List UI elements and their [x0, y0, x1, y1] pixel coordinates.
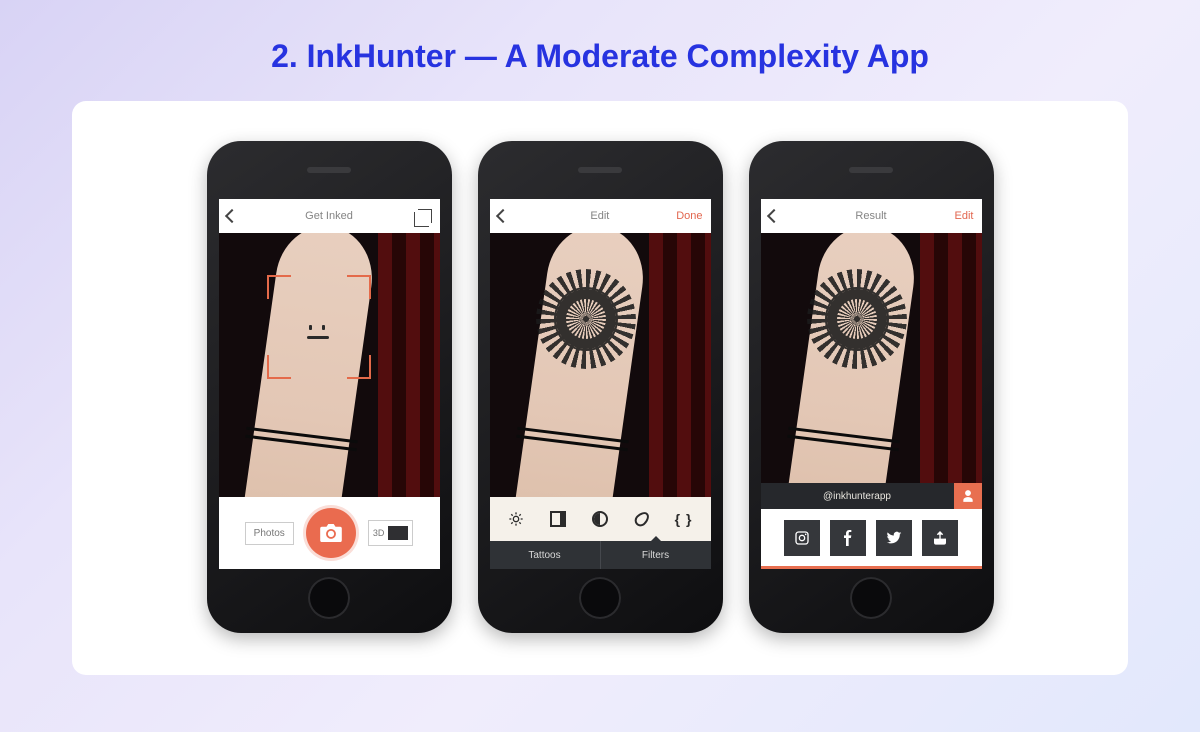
drop-icon: [632, 509, 652, 529]
tab-tattoos[interactable]: Tattoos: [490, 541, 600, 569]
share-twitter[interactable]: [876, 520, 912, 556]
3d-label: 3D: [373, 528, 385, 538]
3d-swatch: [388, 526, 408, 540]
result-footer: @inkhunterapp: [761, 483, 982, 569]
contrast-icon: [550, 511, 566, 527]
edit-preview[interactable]: [490, 233, 711, 497]
phone-mock-2: Edit Done { } Tattoo: [478, 141, 723, 633]
phone-mock-3: Result Edit @inkhunterapp: [749, 141, 994, 633]
watermark-text: @inkhunterapp: [761, 491, 954, 502]
crop-icon: [418, 209, 432, 223]
navbar: Get Inked: [219, 199, 440, 233]
back-arrow-icon: [769, 211, 783, 225]
edit-footer: { } Tattoos Filters: [490, 497, 711, 569]
brackets-icon: { }: [675, 511, 693, 527]
navbar: Result Edit: [761, 199, 982, 233]
capture-footer: Photos 3D: [219, 497, 440, 569]
back-button[interactable]: [498, 208, 524, 225]
user-badge[interactable]: [954, 483, 982, 509]
share-instagram[interactable]: [784, 520, 820, 556]
photos-button[interactable]: Photos: [245, 522, 294, 545]
twitter-icon: [886, 530, 902, 546]
background-plaid: [378, 233, 440, 497]
marker-smile-icon: [307, 325, 329, 339]
share-export[interactable]: [922, 520, 958, 556]
back-button[interactable]: [227, 208, 253, 225]
back-arrow-icon: [498, 211, 512, 225]
export-icon: [932, 530, 948, 546]
navbar-title: Edit: [524, 210, 677, 222]
tattoo-overlay: [807, 269, 907, 369]
halftone-tool[interactable]: [589, 508, 611, 530]
sun-icon: [508, 511, 524, 527]
tattoo-overlay[interactable]: [536, 269, 636, 369]
3d-toggle[interactable]: 3D: [368, 520, 414, 546]
contrast-tool[interactable]: [547, 508, 569, 530]
app-screen-get-inked: Get Inked Photos 3D: [219, 199, 440, 569]
page-heading: 2. InkHunter — A Moderate Complexity App: [0, 0, 1200, 101]
tool-row: { }: [490, 497, 711, 541]
result-preview: [761, 233, 982, 483]
back-arrow-icon: [227, 211, 241, 225]
navbar-title: Get Inked: [253, 210, 406, 222]
done-button[interactable]: Done: [676, 210, 702, 222]
edit-button[interactable]: Edit: [948, 210, 974, 222]
share-row: [761, 509, 982, 569]
app-screen-result: Result Edit @inkhunterapp: [761, 199, 982, 569]
tab-filters[interactable]: Filters: [600, 541, 711, 569]
camera-icon: [320, 524, 342, 542]
share-facebook[interactable]: [830, 520, 866, 556]
crop-tool[interactable]: { }: [673, 508, 695, 530]
watermark-bar: @inkhunterapp: [761, 483, 982, 509]
halftone-icon: [592, 511, 608, 527]
navbar: Edit Done: [490, 199, 711, 233]
camera-preview[interactable]: [219, 233, 440, 497]
crop-button[interactable]: [406, 209, 432, 223]
instagram-icon: [794, 530, 810, 546]
back-button[interactable]: [769, 208, 795, 225]
brightness-tool[interactable]: [505, 508, 527, 530]
shutter-button[interactable]: [306, 508, 356, 558]
opacity-tool[interactable]: [631, 508, 653, 530]
phone-mock-1: Get Inked Photos 3D: [207, 141, 452, 633]
background-plaid: [920, 233, 982, 483]
tab-row: Tattoos Filters: [490, 541, 711, 569]
background-plaid: [649, 233, 711, 497]
app-screen-edit: Edit Done { } Tattoo: [490, 199, 711, 569]
showcase-card: Get Inked Photos 3D: [72, 101, 1128, 675]
facebook-icon: [840, 530, 856, 546]
user-icon: [961, 489, 975, 503]
navbar-title: Result: [795, 210, 948, 222]
